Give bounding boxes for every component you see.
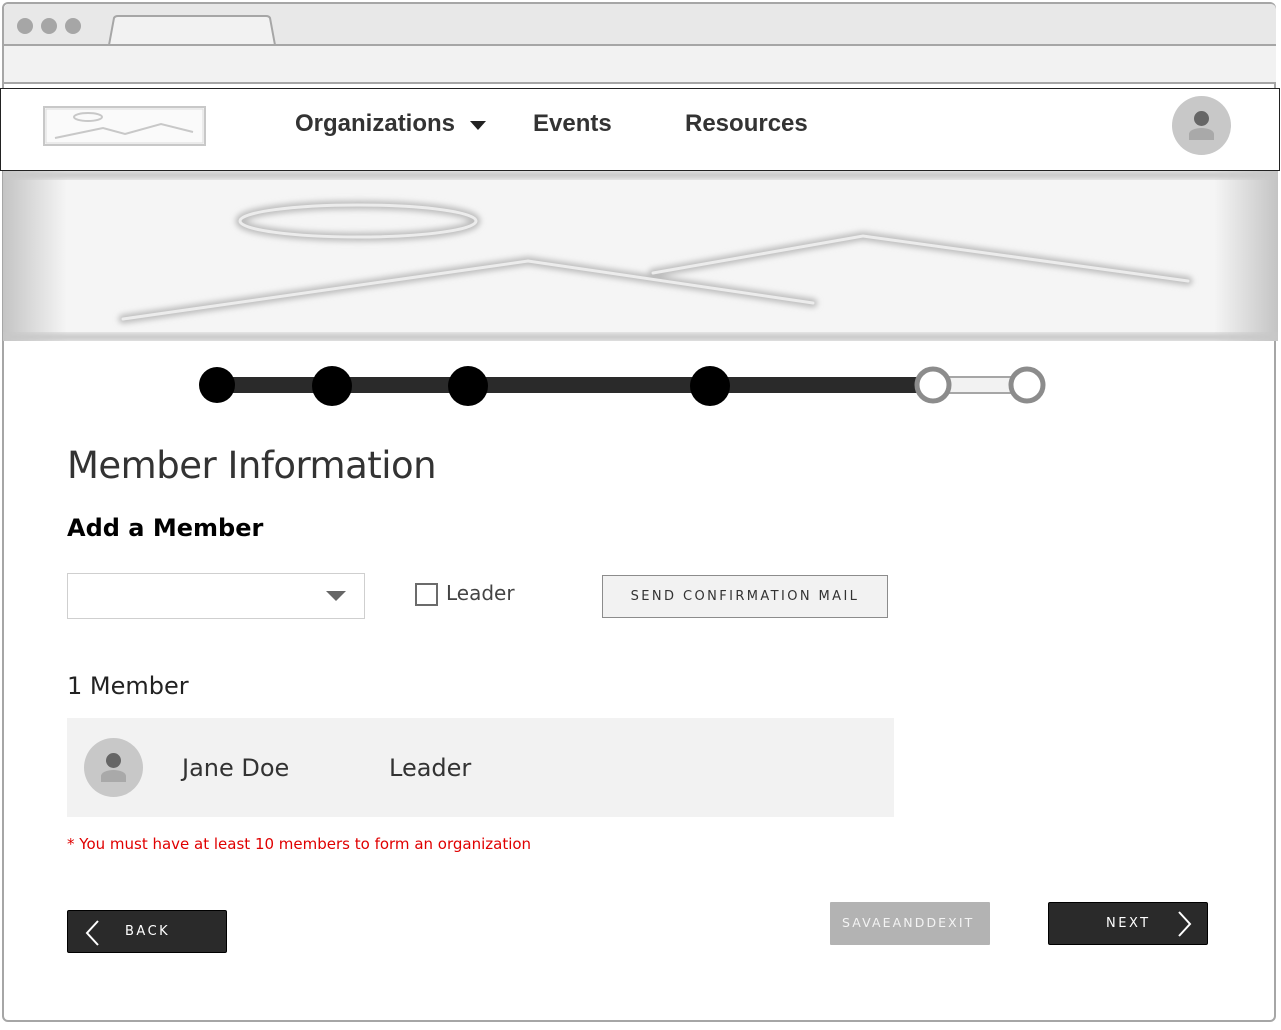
step-indicator-completed[interactable] (199, 367, 235, 403)
step-indicator-completed[interactable] (690, 366, 730, 406)
browser-tab[interactable] (108, 15, 276, 45)
page-title: Member Information (67, 444, 437, 487)
member-count: 1 Member (67, 672, 189, 700)
member-select-dropdown[interactable] (67, 573, 365, 619)
chevron-down-icon[interactable] (326, 591, 346, 601)
nav-events[interactable]: Events (533, 110, 612, 138)
nav-organizations[interactable]: Organizations (295, 110, 455, 138)
next-button[interactable]: NEXT (1048, 902, 1208, 945)
next-button-label: NEXT (1106, 916, 1151, 931)
caret-down-icon[interactable] (470, 121, 486, 130)
member-name: Jane Doe (182, 754, 290, 782)
back-button[interactable]: BACK (67, 910, 227, 953)
leader-checkbox[interactable] (415, 583, 438, 606)
member-role: Leader (389, 754, 472, 782)
step-indicator-pending[interactable] (914, 366, 952, 404)
section-title: Add a Member (67, 514, 264, 542)
window-control-dot[interactable] (17, 18, 33, 34)
back-button-label: BACK (125, 924, 171, 939)
window-control-dot[interactable] (65, 18, 81, 34)
send-confirmation-mail-button[interactable]: SEND CONFIRMATION MAIL (602, 575, 888, 618)
logo-image-placeholder-icon[interactable] (43, 106, 206, 146)
nav-resources[interactable]: Resources (685, 110, 808, 138)
step-indicator-completed[interactable] (448, 366, 488, 406)
user-avatar-icon[interactable] (1172, 96, 1231, 155)
save-and-exit-button[interactable]: SAVAEANDDEXIT (830, 902, 990, 945)
window-control-dot[interactable] (41, 18, 57, 34)
chevron-left-icon (85, 920, 99, 946)
member-avatar-icon (84, 738, 143, 797)
minimum-members-warning: * You must have at least 10 members to f… (67, 835, 532, 853)
browser-address-bar[interactable] (4, 44, 1276, 84)
leader-checkbox-label[interactable]: Leader (446, 581, 515, 605)
chevron-right-icon (1178, 911, 1192, 937)
step-indicator-pending[interactable] (1008, 366, 1046, 404)
hero-image-placeholder-icon (3, 171, 1278, 341)
step-indicator-completed[interactable] (312, 366, 352, 406)
save-and-exit-label: SAVAEANDDEXIT (842, 915, 975, 930)
progress-stepper (199, 366, 1046, 406)
